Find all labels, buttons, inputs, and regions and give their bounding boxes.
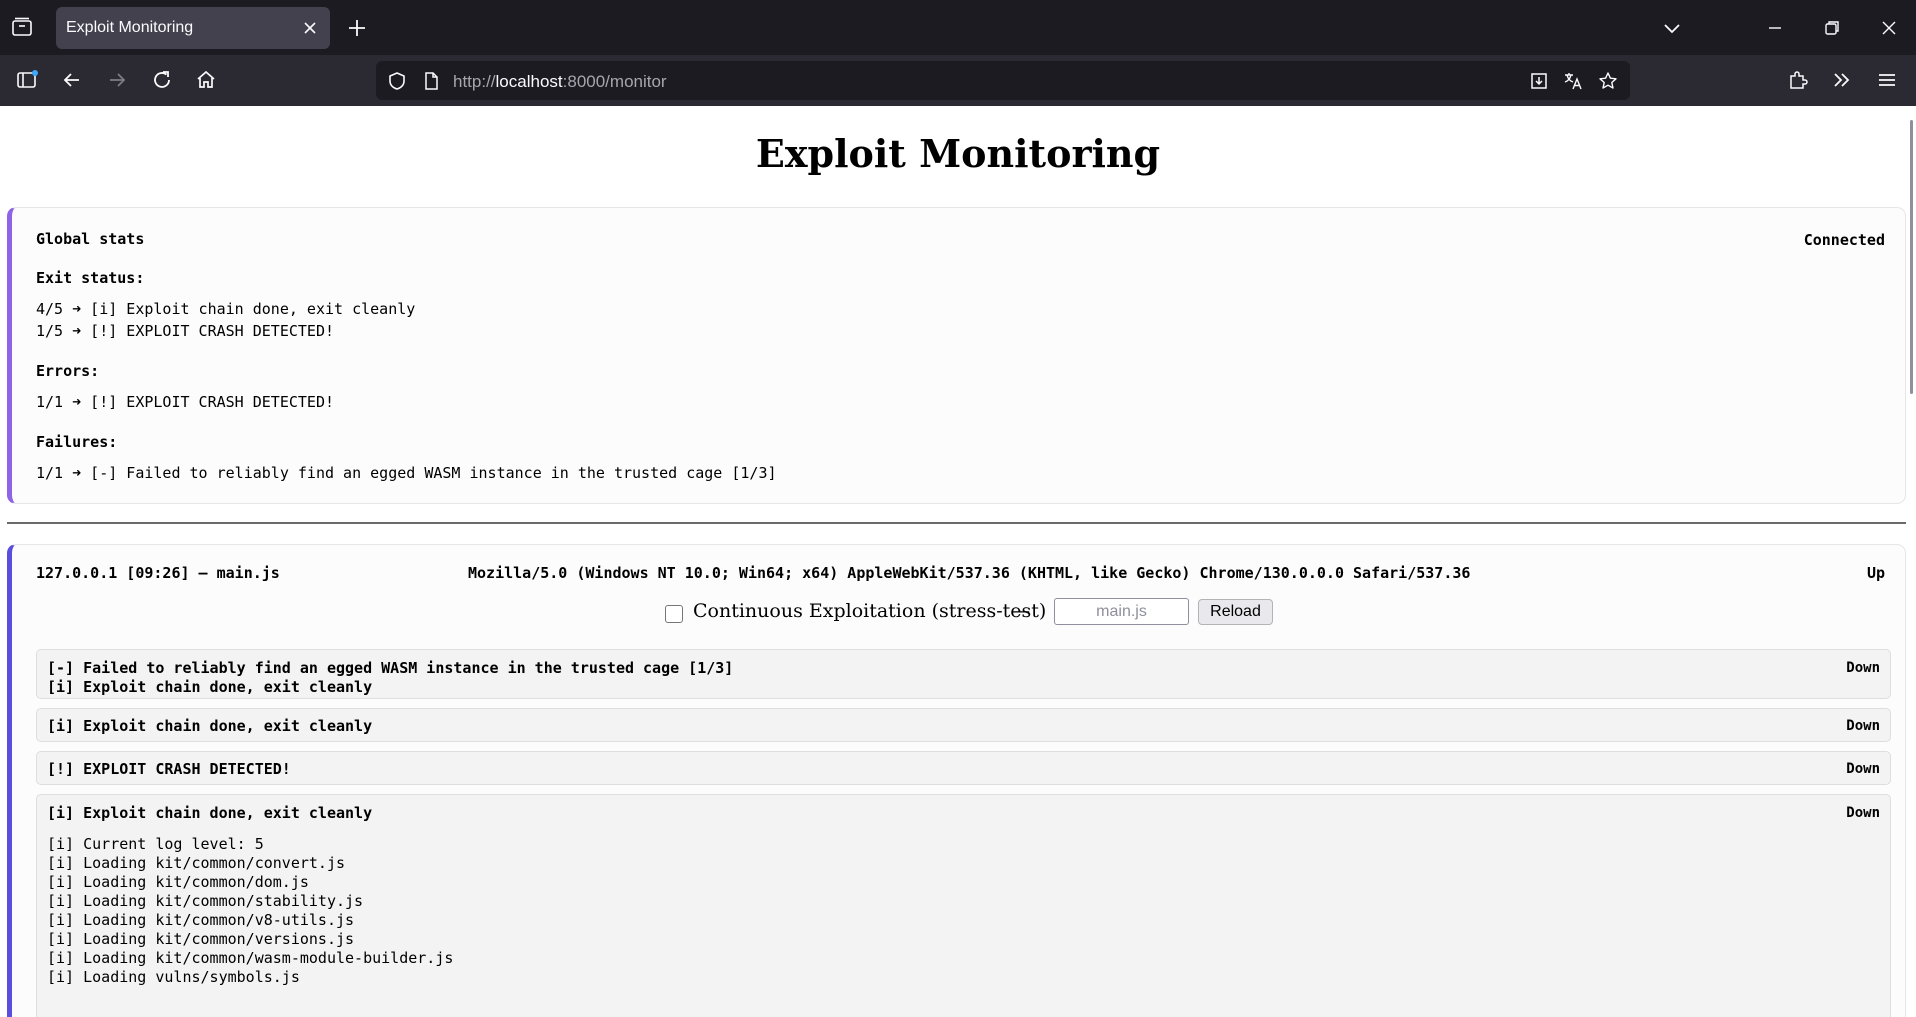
home-icon[interactable] [193,67,219,93]
run-status: Down [1846,761,1880,777]
reload-page-icon[interactable] [149,67,175,93]
log-line: [i] Loading kit/common/versions.js [47,930,355,948]
browser-navigation-bar: http://localhost:8000/monitor [0,55,1916,106]
continuous-exploitation-label[interactable]: Continuous Exploitation (stress-test) [693,600,1046,622]
failure-item: 1/1 ➜ [-] Failed to reliably find an egg… [36,464,777,482]
run-line: [i] Exploit chain done, exit cleanly [47,804,373,822]
script-name-input[interactable]: main.js [1054,598,1189,625]
url-text[interactable]: http://localhost:8000/monitor [453,72,667,92]
restore-window-icon[interactable] [1820,16,1844,40]
session-card: 127.0.0.1 [09:26] — main.js Mozilla/5.0 … [7,544,1906,1017]
log-line: [i] Loading kit/common/wasm-module-build… [47,949,454,967]
page-scrollbar[interactable] [1900,106,1916,1017]
run-status: Down [1846,805,1880,821]
log-line: [i] Loading kit/common/convert.js [47,854,346,872]
run-entry: [!] EXPLOIT CRASH DETECTED! Down [36,751,1891,785]
failures-heading: Failures: [36,433,118,451]
new-tab-plus-icon[interactable] [345,16,369,40]
download-icon[interactable] [1528,70,1550,92]
scrollbar-thumb[interactable] [1910,120,1913,394]
translate-icon[interactable] [1562,70,1584,92]
page-title: Exploit Monitoring [755,131,1161,176]
run-entry: [i] Exploit chain done, exit cleanly Dow… [36,708,1891,742]
url-path: :8000/monitor [562,72,667,91]
global-stats-card: Global stats Connected Exit status: 4/5 … [7,207,1906,504]
run-line: [i] Exploit chain done, exit cleanly [47,717,373,735]
controls-separator: — [1011,600,1030,622]
tab-title: Exploit Monitoring [66,19,194,36]
address-bar[interactable]: http://localhost:8000/monitor [376,61,1630,100]
log-line: [i] Current log level: 5 [47,835,264,853]
url-scheme: http:// [453,72,496,91]
list-all-tabs-icon[interactable] [10,15,34,39]
browser-tab-bar: Exploit Monitoring [0,0,1916,55]
section-divider [7,522,1906,524]
page-viewport: Exploit Monitoring Global stats Connecte… [0,106,1916,1017]
sidebar-toggle-icon[interactable] [14,67,40,93]
close-tab-icon[interactable] [300,18,320,38]
run-status: Down [1846,718,1880,734]
minimize-window-icon[interactable] [1763,16,1787,40]
run-status: Down [1846,660,1880,676]
log-line: [i] Loading kit/common/dom.js [47,873,309,891]
page-info-icon[interactable] [420,70,442,92]
url-host: localhost [495,72,563,91]
reload-button[interactable]: Reload [1198,599,1273,625]
exit-status-heading: Exit status: [36,269,145,287]
session-header: 127.0.0.1 [09:26] — main.js [36,564,280,582]
exit-status-item: 1/5 ➜ [!] EXPLOIT CRASH DETECTED! [36,322,335,340]
exit-status-item: 4/5 ➜ [i] Exploit chain done, exit clean… [36,300,416,318]
back-arrow-icon[interactable] [59,67,85,93]
run-entry-expanded: [i] Exploit chain done, exit cleanly Dow… [36,794,1891,1017]
log-line: [i] Loading kit/common/stability.js [47,892,364,910]
extensions-icon[interactable] [1785,67,1811,93]
errors-heading: Errors: [36,362,100,380]
error-item: 1/1 ➜ [!] EXPLOIT CRASH DETECTED! [36,393,335,411]
log-line: [i] Loading vulns/symbols.js [47,968,300,986]
session-user-agent: Mozilla/5.0 (Windows NT 10.0; Win64; x64… [468,564,1471,582]
bookmark-star-icon[interactable] [1597,70,1619,92]
session-status: Up [1866,564,1885,582]
run-line: [!] EXPLOIT CRASH DETECTED! [47,760,291,778]
chevron-down-icon[interactable] [1660,16,1684,40]
forward-arrow-icon [104,67,130,93]
run-entry: [-] Failed to reliably find an egged WAS… [36,649,1891,699]
connection-status: Connected [1803,231,1885,249]
shield-icon[interactable] [386,70,408,92]
overflow-chevrons-icon[interactable] [1829,67,1855,93]
run-line: [i] Exploit chain done, exit cleanly [47,678,373,696]
hamburger-menu-icon[interactable] [1874,67,1900,93]
tab-exploit-monitoring[interactable]: Exploit Monitoring [56,7,330,49]
global-stats-heading: Global stats [36,230,145,248]
run-line: [-] Failed to reliably find an egged WAS… [47,659,734,677]
log-line: [i] Loading kit/common/v8-utils.js [47,911,355,929]
close-window-icon[interactable] [1877,16,1901,40]
continuous-exploitation-checkbox[interactable] [665,605,683,623]
